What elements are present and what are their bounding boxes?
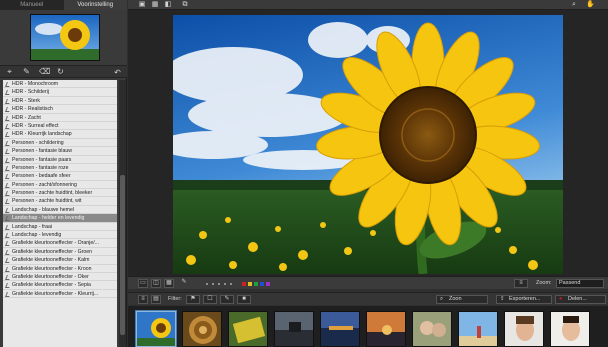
filter-label: Filter: — [168, 296, 182, 302]
filmstrip — [128, 306, 608, 347]
zoom-label: Zoom: — [536, 280, 552, 286]
pin-icon[interactable]: ⌖ — [5, 67, 14, 76]
preset-list: HDR - Monochroom HDR - Schilderij HDR - St… — [3, 80, 117, 347]
search-icon[interactable]: ⌕ — [570, 1, 578, 9]
rating-dot[interactable] — [212, 283, 214, 285]
preset-item[interactable]: Personen - zachte huidtint, bleeker — [3, 189, 117, 198]
preset-item[interactable]: Personen - fantasie blauw — [3, 147, 117, 156]
filmstrip-thumb[interactable] — [504, 311, 544, 347]
preset-item[interactable]: Personen - zachte huidtint, wit — [3, 197, 117, 206]
rating-dot[interactable] — [218, 283, 220, 285]
search-icon: ⌕ — [440, 296, 444, 302]
filter-color-icon[interactable]: ■ — [237, 295, 251, 304]
filter-edit-icon[interactable]: ✎ — [220, 295, 234, 304]
preset-toolbar: ⌖ ✎ ⌫ ↻ ↶ — [0, 65, 127, 78]
preset-item[interactable]: Grafiekte kleurtooneffecter - Kalm — [3, 256, 117, 265]
color-label-yellow[interactable] — [248, 282, 252, 286]
color-label-blue[interactable] — [260, 282, 264, 286]
refresh-icon[interactable]: ↻ — [56, 67, 65, 76]
filmstrip-thumb[interactable] — [366, 311, 406, 347]
export-button[interactable]: ⇪ Exporteren... — [496, 295, 552, 304]
zoom-select[interactable]: Passend — [556, 279, 604, 288]
preset-item[interactable]: HDR - Zacht — [3, 114, 117, 122]
thumbnail-zoom-dropdown[interactable]: ⌕ Zoon — [436, 295, 488, 304]
preset-scrollbar[interactable] — [119, 80, 126, 347]
rating-dot[interactable] — [224, 283, 226, 285]
preset-item[interactable]: Grafiekte kleurtooneffecter - Oranje/... — [3, 239, 117, 248]
compare-view-icon[interactable]: ▦ — [164, 279, 174, 288]
share-label: Delen... — [568, 296, 587, 302]
preset-item[interactable]: Landschap - helder en levendig — [3, 214, 117, 223]
preset-item[interactable]: HDR - Surreal effect — [3, 122, 117, 131]
filmstrip-thumb[interactable] — [182, 311, 222, 347]
filmstrip-thumb[interactable] — [458, 311, 498, 347]
filter-check-icon[interactable]: ☐ — [203, 295, 217, 304]
rating-dot[interactable] — [206, 283, 208, 285]
preset-item[interactable]: Personen - bedaafe sfeer — [3, 172, 117, 181]
preset-item[interactable]: Landschap - levendig — [3, 231, 117, 240]
navigator-preview-image[interactable] — [30, 14, 100, 61]
export-icon: ⇪ — [500, 296, 505, 302]
filter-toolbar: ≡ ▤ Filter: ⚑ ☐ ✎ ■ ⌕ Zoon ⇪ Exporteren.… — [128, 292, 608, 305]
tab-manual[interactable]: Manueel — [0, 0, 64, 10]
preset-item[interactable]: Grafiekte kleurtooneffecter - Sepia — [3, 281, 117, 290]
eyedropper-icon[interactable]: ✎ — [180, 279, 188, 288]
filmstrip-thumb[interactable] — [136, 311, 176, 347]
preset-item[interactable]: Grafiekte kleurtooneffecter - Kleurrij..… — [3, 290, 117, 299]
scrollbar-thumb[interactable] — [120, 175, 125, 335]
color-label-green[interactable] — [254, 282, 258, 286]
export-label: Exporteren... — [509, 296, 541, 302]
app-window: Manueel Voorinstelling ⌖ ✎ ⌫ ↻ ↶ HDR - M… — [0, 0, 608, 347]
grid-view-icon[interactable]: ▦ — [151, 1, 159, 9]
eraser-icon[interactable]: ⌫ — [39, 67, 50, 76]
zoom-dropdown-label: Zoon — [449, 296, 462, 302]
preset-item[interactable]: Landschap - fraai — [3, 223, 117, 232]
compare-icon[interactable]: ◧ — [164, 1, 172, 9]
hand-icon[interactable]: ✋ — [586, 1, 595, 9]
preset-item[interactable]: HDR - Kleurrijk landschap — [3, 130, 117, 139]
share-icon: ● — [559, 296, 563, 302]
left-panel: Manueel Voorinstelling ⌖ ✎ ⌫ ↻ ↶ HDR - M… — [0, 0, 127, 347]
filmstrip-thumb[interactable] — [550, 311, 590, 347]
filter-flag-icon[interactable]: ⚑ — [186, 295, 200, 304]
panel-tabs: Manueel Voorinstelling — [0, 0, 127, 10]
split-view-icon[interactable]: ◫ — [151, 279, 161, 288]
color-label-purple[interactable] — [266, 282, 270, 286]
preset-item[interactable]: Personen - schildering — [3, 139, 117, 148]
preset-item[interactable]: Personen - fantasie paars — [3, 156, 117, 164]
grid-thumb-icon[interactable]: ▤ — [151, 295, 161, 304]
top-toolbar: ▣ ▦ ◧ ⧉ ⌕ ✋ — [128, 0, 608, 10]
preset-item[interactable]: HDR - Monochroom — [3, 80, 117, 89]
preset-item[interactable]: Grafiekte kleurtooneffecter - Kroon — [3, 265, 117, 273]
image-canvas — [128, 10, 608, 276]
fit-view-icon[interactable]: ▣ — [138, 1, 146, 9]
sort-icon[interactable]: ≡ — [514, 279, 528, 288]
preset-item[interactable]: HDR - Realistisch — [3, 105, 117, 114]
fullscreen-icon[interactable]: ⧉ — [181, 1, 189, 9]
preset-item[interactable]: Personen - zacht/sfonnering — [3, 181, 117, 190]
main-photo[interactable] — [173, 15, 563, 274]
view-toolbar: ▭ ◫ ▦ ✎ ≡ Zoom: Passend — [128, 276, 608, 289]
navigator-preview-area — [0, 10, 127, 65]
color-label-red[interactable] — [242, 282, 246, 286]
preset-item[interactable]: Personen - fantasie roze — [3, 164, 117, 173]
list-view-icon[interactable]: ≡ — [138, 295, 148, 304]
single-view-icon[interactable]: ▭ — [138, 279, 148, 288]
preset-item[interactable]: Landschap - blauwe hemel — [3, 206, 117, 215]
preset-item[interactable]: HDR - Sterk — [3, 97, 117, 106]
preset-item[interactable]: Grafiekte kleurtooneffecter - Groen — [3, 248, 117, 257]
preset-item[interactable]: Grafiekte kleurtooneffecter - Oker — [3, 273, 117, 282]
tab-preset[interactable]: Voorinstelling — [63, 0, 127, 10]
filmstrip-thumb[interactable] — [320, 311, 360, 347]
filmstrip-thumb[interactable] — [412, 311, 452, 347]
filmstrip-thumb[interactable] — [274, 311, 314, 347]
rating-dot[interactable] — [230, 283, 232, 285]
back-icon[interactable]: ↶ — [113, 68, 122, 77]
share-button[interactable]: ● Delen... — [555, 295, 606, 304]
filmstrip-thumb[interactable] — [228, 311, 268, 347]
preset-item[interactable]: HDR - Schilderij — [3, 88, 117, 97]
brush-icon[interactable]: ✎ — [22, 67, 31, 76]
